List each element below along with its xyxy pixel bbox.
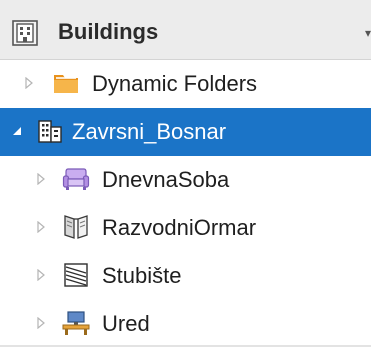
tree-item-label: RazvodniOrmar — [102, 215, 257, 240]
tree-item-label: Dynamic Folders — [92, 71, 258, 96]
expand-arrow-icon[interactable] — [24, 77, 34, 89]
tree-item-dynamic-folders[interactable]: Dynamic Folders — [0, 60, 371, 108]
panel-title: Buildings — [58, 19, 159, 44]
cabinet-icon — [64, 215, 88, 239]
buildings-icon — [12, 20, 38, 46]
folder-icon — [54, 75, 78, 93]
stairs-icon — [64, 263, 88, 287]
building-icon — [38, 120, 62, 143]
tree-item-label: Ured — [102, 311, 150, 336]
armchair-icon — [62, 168, 90, 190]
expand-arrow-icon[interactable] — [36, 317, 46, 329]
tree-item-dnevnasoba[interactable]: DnevnaSoba — [0, 156, 371, 204]
tree-item-stubiste[interactable]: Stubište — [0, 252, 371, 300]
expand-arrow-icon[interactable] — [36, 221, 46, 233]
expand-arrow-icon[interactable] — [36, 269, 46, 281]
tree-item-ured[interactable]: Ured — [0, 300, 371, 348]
tree-item-label: DnevnaSoba — [102, 167, 230, 192]
collapse-arrow-icon[interactable] — [12, 125, 22, 137]
tree-item-zavrsni-bosnar[interactable]: Zavrsni_Bosnar — [0, 108, 371, 156]
desk-icon — [62, 311, 90, 335]
panel-header: Buildings ▾ — [0, 0, 371, 60]
expand-arrow-icon[interactable] — [36, 173, 46, 185]
tree-item-label: Stubište — [102, 263, 182, 288]
tree-item-razvodniormar[interactable]: RazvodniOrmar — [0, 204, 371, 252]
tree-item-label: Zavrsni_Bosnar — [72, 119, 227, 144]
panel-dropdown-icon[interactable]: ▾ — [365, 26, 371, 40]
